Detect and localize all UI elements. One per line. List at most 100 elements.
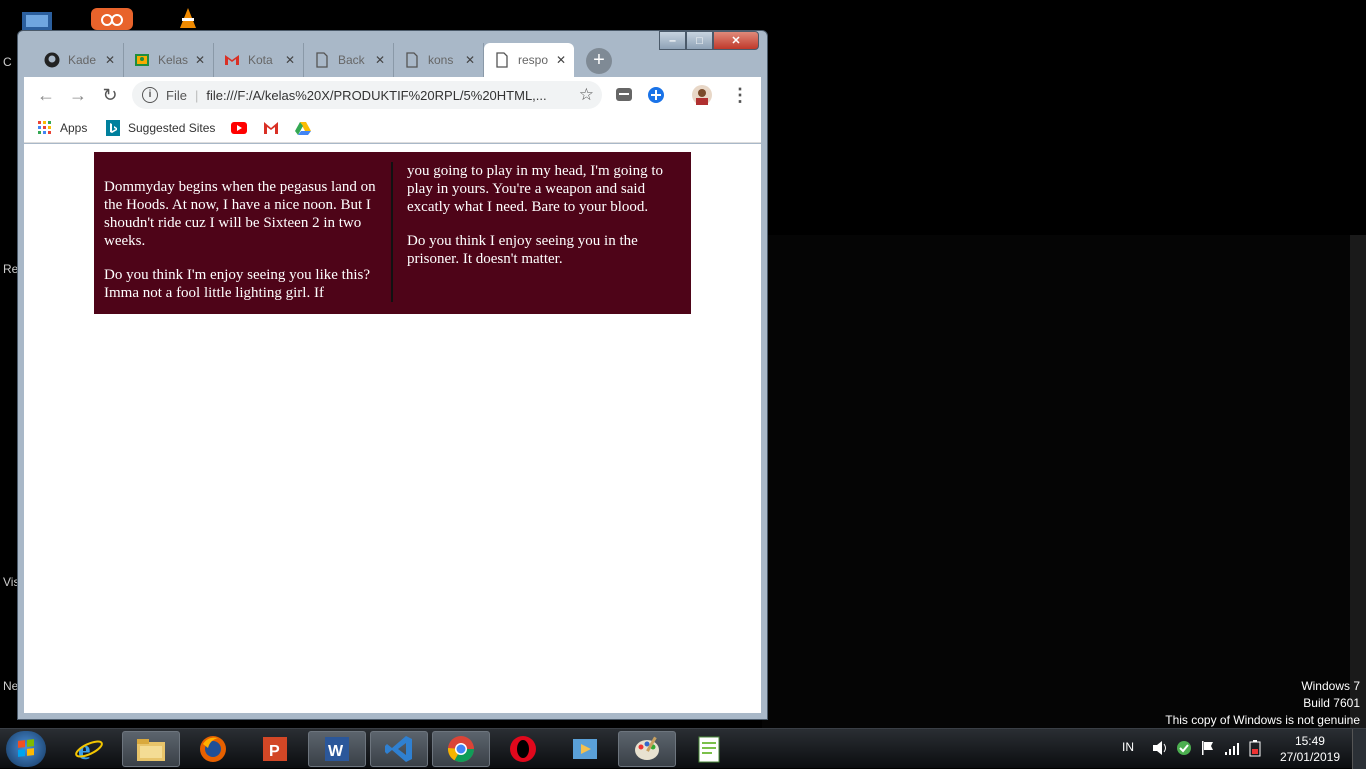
bookmark-drive[interactable]: [295, 119, 311, 137]
chrome-window: ‒ □ ✕ Kade ✕ Kelas ✕ Kota ✕ Back ✕ kons …: [17, 30, 768, 720]
bookmark-label: Suggested Sites: [128, 121, 216, 135]
star-icon[interactable]: ☆: [579, 85, 594, 105]
network-signal-icon[interactable]: [1224, 739, 1240, 760]
language-indicator[interactable]: IN: [1122, 740, 1134, 754]
word-icon[interactable]: W: [308, 731, 366, 767]
bookmarks-bar: Apps Suggested Sites: [24, 113, 761, 143]
github-icon: [44, 52, 60, 68]
add-extension-icon[interactable]: [646, 85, 666, 105]
info-icon[interactable]: i: [142, 87, 158, 103]
extension-icon[interactable]: [614, 85, 634, 105]
watermark-line-1: Windows 7: [1301, 679, 1360, 693]
paint-icon[interactable]: [618, 731, 676, 767]
watermark-line-2: Build 7601: [1303, 696, 1360, 710]
powerpoint-icon[interactable]: P: [246, 731, 304, 767]
tab-title: Kade: [68, 53, 97, 67]
back-arrow-icon[interactable]: ←: [34, 83, 58, 107]
firefox-icon[interactable]: [184, 731, 242, 767]
column-rule: [391, 162, 393, 302]
forward-arrow-icon[interactable]: →: [66, 83, 90, 107]
tab-title: Kelas: [158, 53, 188, 67]
vlc-icon[interactable]: [176, 6, 200, 30]
tab-title: kons: [428, 53, 454, 67]
windows-logo-icon: [18, 739, 34, 757]
document-icon: [404, 52, 420, 68]
media-player-icon[interactable]: [556, 731, 614, 767]
tab-kons[interactable]: kons ✕: [394, 43, 484, 77]
tab-strip: Kade ✕ Kelas ✕ Kota ✕ Back ✕ kons ✕ resp…: [24, 41, 764, 77]
visual-studio-code-icon[interactable]: [370, 731, 428, 767]
svg-text:W: W: [328, 743, 344, 760]
close-icon[interactable]: ✕: [285, 53, 295, 67]
security-shield-icon[interactable]: [1176, 739, 1192, 760]
url-text[interactable]: file:///F:/A/kelas%20X/PRODUKTIF%20RPL/5…: [206, 88, 566, 103]
close-icon[interactable]: ✕: [465, 53, 475, 67]
tab-title: Back: [338, 53, 365, 67]
close-icon[interactable]: ✕: [556, 53, 566, 67]
watermark-line-3: This copy of Windows is not genuine: [1165, 713, 1360, 727]
gmail-icon: [264, 122, 278, 134]
close-icon[interactable]: ✕: [375, 53, 385, 67]
bookmark-youtube[interactable]: [231, 119, 247, 137]
action-center-flag-icon[interactable]: [1200, 739, 1216, 760]
article-paragraph: Do you think I enjoy seeing you in the p…: [407, 233, 638, 267]
close-icon[interactable]: ✕: [195, 53, 205, 67]
youtube-icon: [231, 122, 247, 134]
google-drive-icon: [295, 122, 311, 135]
article-paragraph: Dommyday begins when the pegasus land on…: [104, 179, 376, 249]
profile-avatar[interactable]: [692, 85, 712, 105]
system-clock[interactable]: 15:49 27/01/2019: [1280, 733, 1340, 765]
background-window-area: [762, 235, 1366, 728]
tab-kota[interactable]: Kota ✕: [214, 43, 304, 77]
close-icon[interactable]: ✕: [105, 53, 115, 67]
bookmark-gmail[interactable]: [263, 119, 279, 137]
bookmark-label: Apps: [60, 121, 88, 135]
article-paragraph: you going to play in my head, I'm going …: [407, 163, 664, 215]
chrome-icon[interactable]: [432, 731, 490, 767]
scheme-label: File: [166, 87, 187, 103]
classroom-icon: [134, 52, 150, 68]
document-icon: [314, 52, 330, 68]
apps-grid-icon: [38, 121, 51, 134]
background-window-scrollbar: [1350, 235, 1366, 728]
gmail-icon: [224, 52, 240, 68]
battery-icon[interactable]: [1248, 739, 1262, 760]
notepad-plus-icon[interactable]: [680, 731, 738, 767]
article-column-right: you going to play in my head, I'm going …: [407, 162, 687, 284]
bookmark-suggested-sites[interactable]: Suggested Sites: [106, 119, 215, 137]
volume-icon[interactable]: [1152, 739, 1168, 760]
internet-explorer-icon[interactable]: e: [60, 731, 118, 767]
omnibox-divider: |: [194, 87, 199, 103]
app-shortcut-icon[interactable]: [90, 6, 134, 30]
tab-back[interactable]: Back ✕: [304, 43, 394, 77]
tab-title: Kota: [248, 53, 273, 67]
desktop-label-computer[interactable]: C: [3, 55, 12, 69]
computer-icon[interactable]: [18, 8, 58, 30]
reload-icon[interactable]: ↻: [98, 83, 122, 107]
address-bar[interactable]: i File | file:///F:/A/kelas%20X/PRODUKTI…: [132, 81, 602, 109]
article-paragraph: Do you think I'm enjoy seeing you like t…: [104, 267, 371, 301]
bookmark-apps[interactable]: Apps: [38, 119, 87, 137]
show-desktop-button[interactable]: [1352, 729, 1366, 769]
desktop: C Re Vis Ne Windows 7 Build 7601 This co…: [0, 0, 1366, 728]
tab-kade[interactable]: Kade ✕: [34, 43, 124, 77]
page-viewport: Dommyday begins when the pegasus land on…: [24, 144, 761, 713]
start-button[interactable]: [6, 731, 46, 767]
new-tab-button[interactable]: +: [586, 48, 612, 74]
bing-icon: [106, 120, 120, 136]
taskbar: e P W IN 15:49 27/01/2019: [0, 728, 1366, 769]
menu-kebab-icon[interactable]: ⋮: [728, 83, 752, 107]
clock-time: 15:49: [1294, 734, 1325, 748]
document-icon: [494, 52, 510, 68]
file-explorer-icon[interactable]: [122, 731, 180, 767]
tab-respo-active[interactable]: respo ✕: [484, 43, 574, 77]
tab-title: respo: [518, 53, 548, 67]
opera-icon[interactable]: [494, 731, 552, 767]
article-box: Dommyday begins when the pegasus land on…: [94, 152, 691, 314]
browser-toolbar: ← → ↻ i File | file:///F:/A/kelas%20X/PR…: [24, 77, 761, 113]
clock-date: 27/01/2019: [1279, 750, 1340, 764]
windows-watermark: Windows 7 Build 7601 This copy of Window…: [1165, 678, 1360, 728]
tab-kelas[interactable]: Kelas ✕: [124, 43, 214, 77]
article-column-left: Dommyday begins when the pegasus land on…: [104, 178, 384, 304]
svg-text:P: P: [269, 743, 280, 760]
